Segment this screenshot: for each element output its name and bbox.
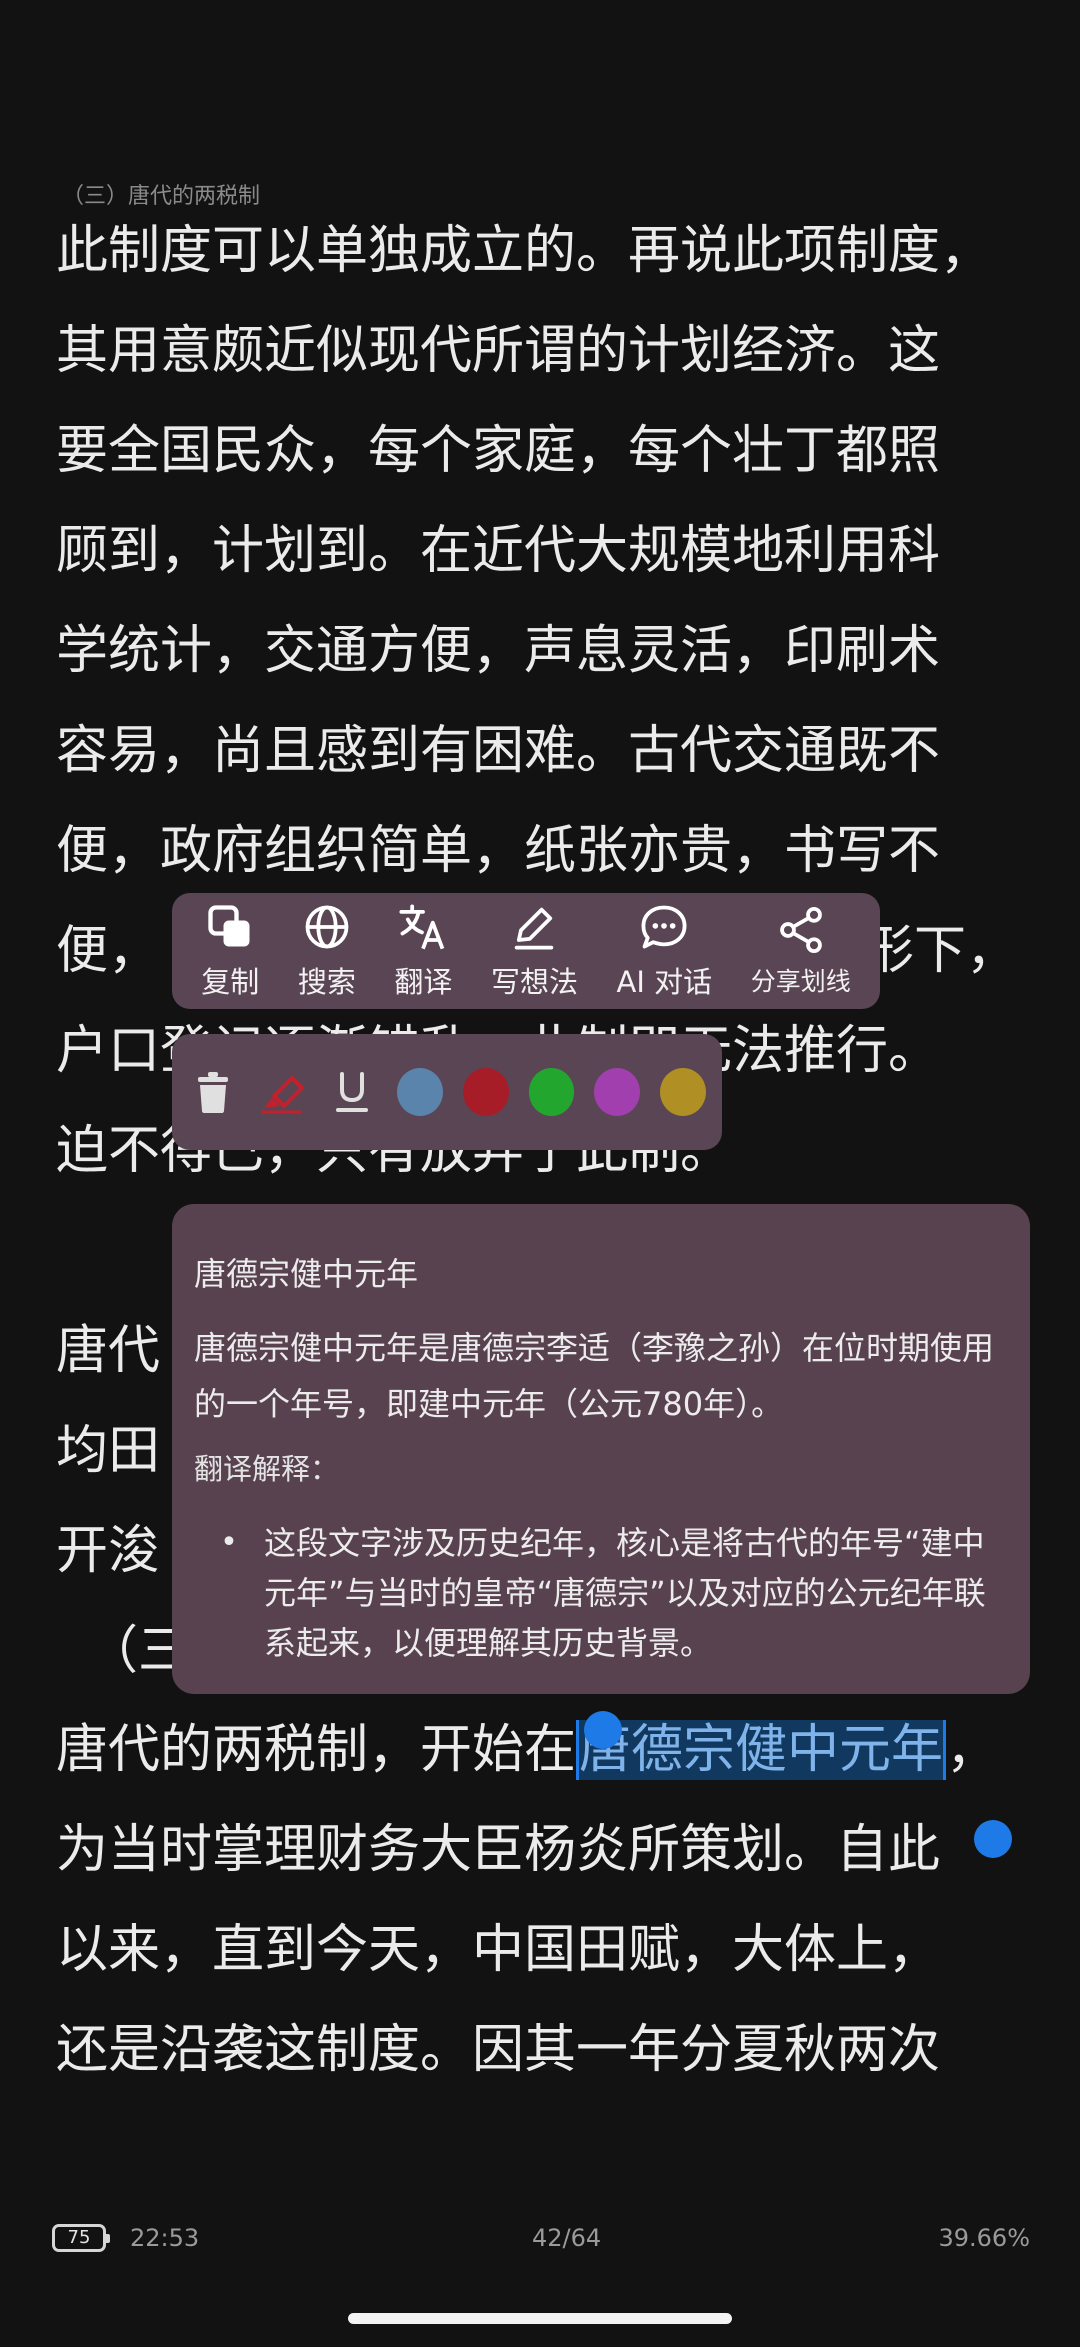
- popup-bullet-item: • 这段文字涉及历史纪年，核心是将古代的年号“建中元年”与当时的皇帝“唐德宗”以…: [194, 1518, 1008, 1668]
- text-line: 此制度可以单独成立的。再说此项制度，: [56, 221, 993, 281]
- search-label: 搜索: [297, 965, 356, 999]
- selection-start-handle[interactable]: [584, 1711, 622, 1749]
- reading-progress: 39.66%: [938, 2224, 1030, 2252]
- popup-section-label: 翻译解释：: [194, 1452, 340, 1486]
- color-swatch-blue[interactable]: [396, 1068, 443, 1116]
- translate-label: 翻译: [394, 965, 453, 999]
- color-swatch-red[interactable]: [462, 1068, 509, 1116]
- text-line: 容易，尚且感到有困难。古代交通既不: [56, 721, 941, 781]
- underline-button[interactable]: [327, 1066, 377, 1118]
- copy-icon: [208, 905, 250, 947]
- text-line: 为当时掌理财务大臣杨炎所策划。自此: [56, 1820, 941, 1880]
- copy-label: 复制: [201, 965, 260, 999]
- highlighter-button[interactable]: [258, 1066, 308, 1118]
- text-line: 其用意颇近似现代所谓的计划经济。这: [56, 321, 941, 381]
- translate-button[interactable]: 翻译: [375, 901, 472, 1001]
- battery-icon: 75: [52, 2224, 110, 2252]
- page-number: 42/64: [532, 2224, 602, 2252]
- color-swatch-purple[interactable]: [594, 1068, 641, 1116]
- translate-icon: [399, 904, 445, 950]
- chat-bubble-icon: [641, 905, 687, 949]
- popup-title: 唐德宗健中元年: [194, 1255, 419, 1293]
- share-highlight-button[interactable]: 分享划线: [731, 904, 870, 998]
- popup-definition: 唐德宗健中元年是唐德宗李适（李豫之孙）在位时期使用的一个年号，即建中元年（公元7…: [194, 1329, 995, 1423]
- ai-chat-label: AI 对话: [616, 965, 713, 999]
- text-before-selection: 唐代的两税制，开始在: [56, 1720, 577, 1780]
- write-note-button[interactable]: 写想法: [472, 901, 598, 1001]
- pencil-icon: [515, 907, 554, 950]
- ai-chat-button[interactable]: AI 对话: [597, 901, 731, 1001]
- book-text-bottom[interactable]: 唐代的两税制，开始在唐德宗健中元年， 为当时掌理财务大臣杨炎所策划。自此 以来，…: [56, 1700, 1036, 2100]
- selected-paragraph-line: 唐代的两税制，开始在唐德宗健中元年，: [56, 1700, 1036, 1800]
- popup-bullet-text: 这段文字涉及历史纪年，核心是将古代的年号“建中元年”与当时的皇帝“唐德宗”以及对…: [264, 1524, 986, 1662]
- text-line: 以来，直到今天，中国田赋，大体上，: [56, 1920, 941, 1980]
- selection-end-handle[interactable]: [974, 1820, 1012, 1858]
- highlighter-icon: [262, 1076, 305, 1114]
- translation-popup[interactable]: 唐德宗健中元年 唐德宗健中元年是唐德宗李适（李豫之孙）在位时期使用的一个年号，即…: [172, 1204, 1030, 1694]
- text-line: 还是沿袭这制度。因其一年分夏秋两次: [56, 2020, 941, 2080]
- selected-text[interactable]: 唐德宗健中元年: [576, 1720, 947, 1780]
- text-line: 顾到，计划到。在近代大规模地利用科: [56, 521, 941, 581]
- reader-status-bar: 75 22:53 42/64 39.66%: [0, 2220, 1080, 2260]
- highlight-toolbar: [172, 1034, 722, 1150]
- trash-icon: [197, 1072, 228, 1113]
- bullet-dot-icon: •: [220, 1525, 238, 1560]
- delete-button[interactable]: [188, 1066, 238, 1118]
- copy-button[interactable]: 复制: [182, 901, 279, 1001]
- text-line: 学统计，交通方便，声息灵活，印刷术: [56, 621, 941, 681]
- text-line: 便，政府组织简单，纸张亦贵，书写不: [56, 821, 941, 881]
- clock: 22:53: [130, 2224, 200, 2252]
- color-swatch-green[interactable]: [528, 1068, 575, 1116]
- text-line: 要全国民众，每个家庭，每个壮丁都照: [56, 421, 941, 481]
- share-icon: [779, 906, 822, 954]
- globe-icon: [305, 905, 349, 949]
- color-swatch-gold[interactable]: [660, 1068, 706, 1116]
- share-highlight-label: 分享划线: [750, 967, 851, 996]
- text-after-selection: ，: [946, 1720, 999, 1780]
- search-button[interactable]: 搜索: [279, 901, 376, 1001]
- home-indicator[interactable]: [348, 2313, 732, 2324]
- write-note-label: 写想法: [490, 965, 578, 999]
- selection-action-menu: 复制 搜索 翻译 写想法 AI 对话 分享划线: [172, 893, 880, 1009]
- underline-icon: [336, 1072, 369, 1112]
